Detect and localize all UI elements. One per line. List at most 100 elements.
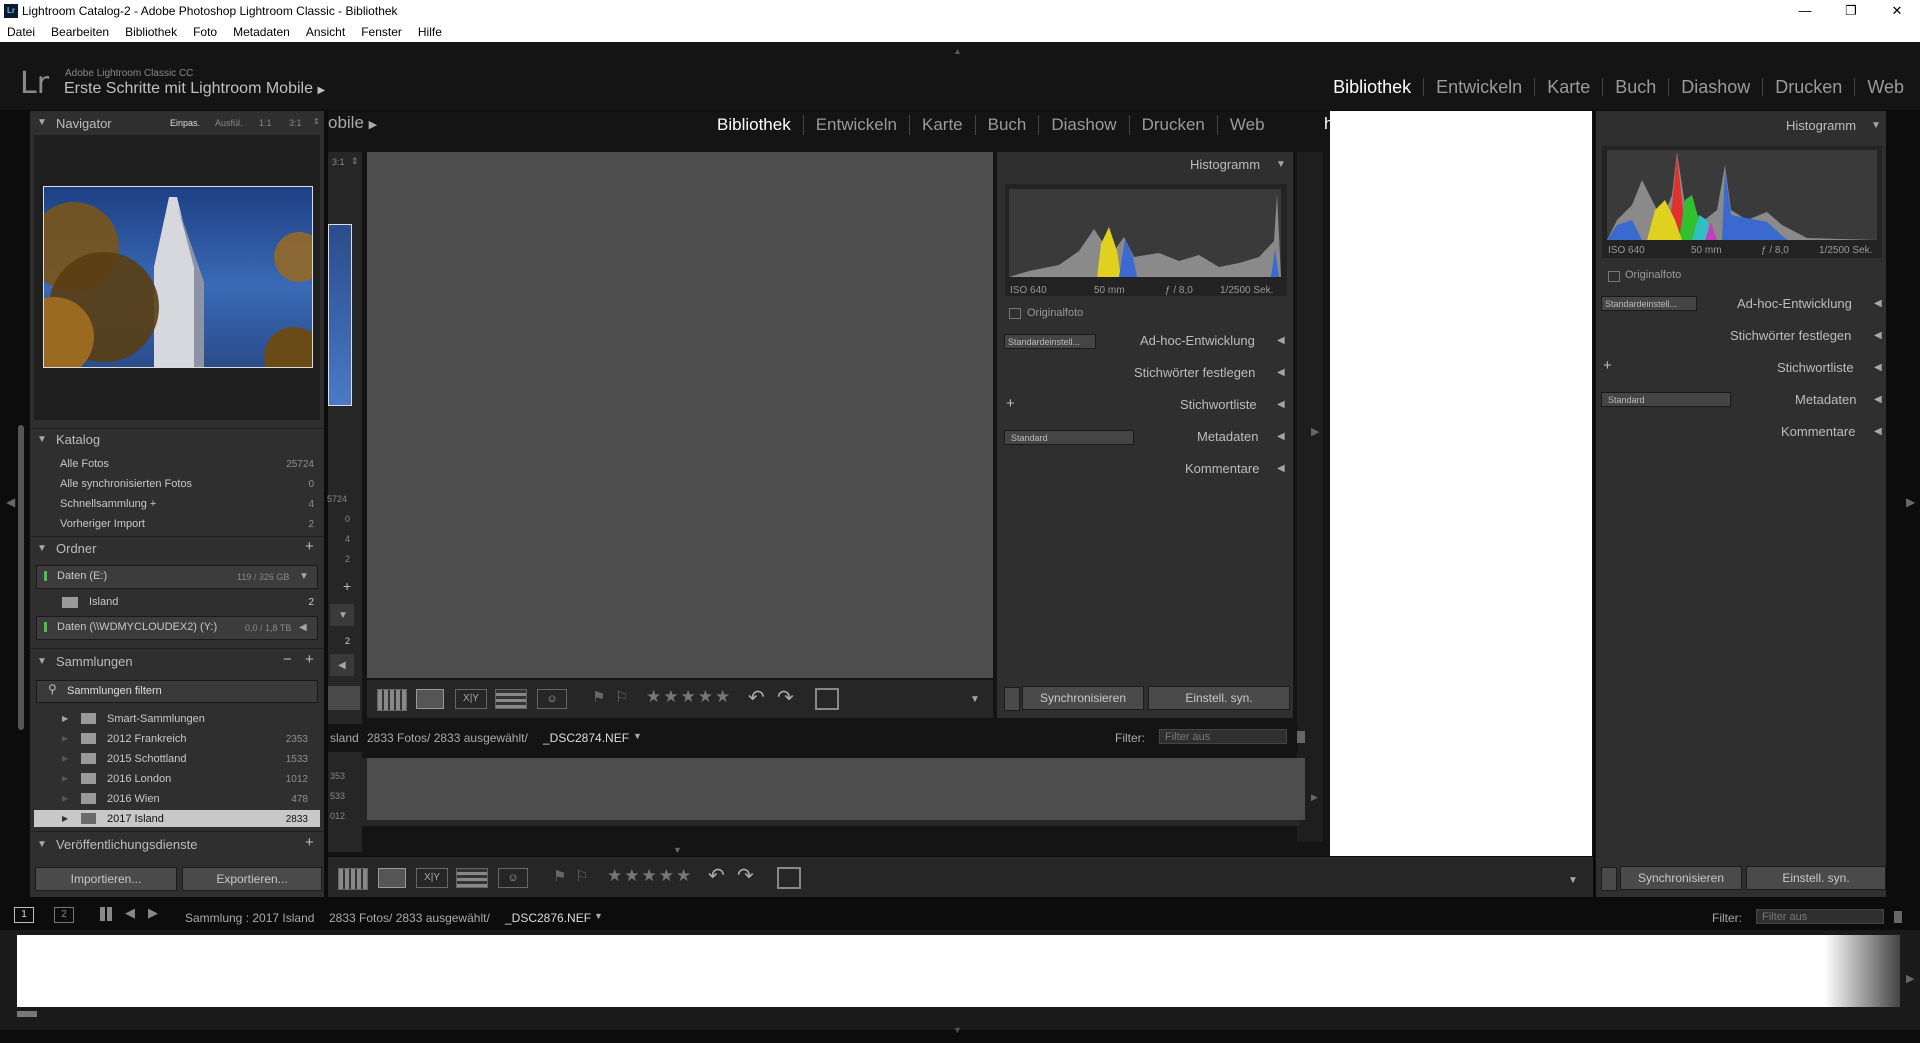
filmstrip-filename[interactable]: _DSC2876.NEF (505, 911, 591, 925)
develop-preset-select[interactable]: Standardeinstell... (1601, 296, 1697, 311)
collections-title[interactable]: Sammlungen (56, 654, 133, 669)
survey-view-icon[interactable] (456, 868, 488, 888)
keyword-list-expand-icon[interactable]: ◀ (1874, 362, 1882, 373)
comments-expand-icon[interactable]: ◀ (1874, 426, 1882, 437)
module-web[interactable]: Web (1854, 78, 1916, 96)
identity-subtitle[interactable]: Erste Schritte mit Lightroom Mobile ▶ (64, 80, 325, 98)
quick-develop-expand-icon[interactable]: ◀ (1874, 298, 1882, 309)
minimize-button[interactable]: — (1782, 0, 1828, 22)
filmstrip-thumbnails[interactable] (17, 935, 1900, 1007)
import-button[interactable]: Importieren... (35, 867, 177, 891)
module-karte[interactable]: Karte (1534, 78, 1602, 96)
histogram-collapse-icon[interactable]: ▼ (1871, 120, 1881, 131)
inner-module-karte[interactable]: Karte (908, 115, 975, 135)
collection-2016-wien[interactable]: 2016 Wien (107, 793, 160, 805)
menu-hilfe[interactable]: Hilfe (410, 25, 450, 39)
grid-icon[interactable] (100, 907, 114, 921)
publish-collapse-icon[interactable]: ▼ (37, 839, 47, 850)
add-folder-icon[interactable]: + (305, 538, 314, 555)
left-panel-toggle-icon[interactable]: ◀ (6, 495, 15, 509)
keywording-expand-icon[interactable]: ◀ (1874, 330, 1882, 341)
expand-icon[interactable]: ▶ (62, 814, 68, 823)
comments-title[interactable]: Kommentare (1781, 424, 1855, 439)
rotate-left-icon[interactable]: ↶ (708, 863, 725, 888)
zoom-fill[interactable]: Ausfül. (215, 118, 243, 128)
catalog-item-all-photos[interactable]: Alle Fotos (60, 458, 109, 470)
publish-services-title[interactable]: Veröffentlichungsdienste (56, 837, 197, 852)
sync-toggle-switch[interactable] (1601, 867, 1617, 891)
inner-module-diashow[interactable]: Diashow (1038, 115, 1128, 135)
add-collection-icon[interactable]: + (305, 651, 314, 668)
module-drucken[interactable]: Drucken (1762, 78, 1854, 96)
filmstrip-right-toggle-icon[interactable]: ▶ (1906, 972, 1914, 985)
module-buch[interactable]: Buch (1602, 78, 1668, 96)
metadata-expand-icon[interactable]: ◀ (1874, 394, 1882, 405)
catalog-item-previous-import[interactable]: Vorheriger Import (60, 518, 145, 530)
inner-module-bibliothek[interactable]: Bibliothek (705, 115, 803, 135)
catalog-item-synced[interactable]: Alle synchronisierten Fotos (60, 478, 192, 490)
module-diashow[interactable]: Diashow (1668, 78, 1762, 96)
collection-smart[interactable]: Smart-Sammlungen (107, 713, 205, 725)
filter-select[interactable]: Filter aus (1756, 909, 1884, 924)
quick-develop-title[interactable]: Ad-hoc-Entwicklung (1737, 296, 1852, 311)
filename-dropdown-icon[interactable]: ▼ (594, 911, 603, 921)
catalog-item-quick-collection[interactable]: Schnellsammlung + (60, 498, 156, 510)
navigator-title[interactable]: Navigator (56, 116, 112, 131)
collection-2017-island[interactable]: 2017 Island (107, 813, 164, 825)
star-rating[interactable]: ★★★★★ (607, 866, 693, 886)
flag-pick-icon[interactable]: ⚑ (553, 867, 566, 885)
flag-reject-icon[interactable]: ⚐ (575, 867, 588, 885)
collection-2015-schottland[interactable]: 2015 Schottland (107, 753, 187, 765)
keywording-title[interactable]: Stichwörter festlegen (1730, 328, 1851, 343)
menu-metadaten[interactable]: Metadaten (225, 25, 298, 39)
zoom-fit[interactable]: Einpas. (170, 118, 200, 128)
zoom-3-1[interactable]: 3:1 (289, 118, 302, 128)
collection-2016-london[interactable]: 2016 London (107, 773, 171, 785)
folders-collapse-icon[interactable]: ▼ (37, 543, 47, 554)
sync-button[interactable]: Synchronisieren (1620, 866, 1742, 890)
close-button[interactable]: ✕ (1874, 0, 1920, 22)
module-entwickeln[interactable]: Entwickeln (1423, 78, 1534, 96)
filmstrip-source[interactable]: Sammlung : 2017 Island (185, 911, 314, 925)
compare-view-icon[interactable]: X|Y (416, 868, 448, 888)
remove-collection-icon[interactable]: − (283, 651, 292, 668)
volume-collapse-icon[interactable]: ▼ (299, 571, 309, 582)
filter-lock-icon[interactable] (1894, 911, 1902, 923)
crop-icon[interactable] (777, 867, 801, 889)
metadata-title[interactable]: Metadaten (1795, 392, 1856, 407)
module-bibliothek[interactable]: Bibliothek (1321, 78, 1423, 96)
export-button[interactable]: Exportieren... (182, 867, 322, 891)
folder-island[interactable]: Island (89, 596, 118, 608)
collection-2012-frankreich[interactable]: 2012 Frankreich (107, 733, 187, 745)
inner-zoom-stepper-icon[interactable]: ⇕ (351, 156, 359, 167)
zoom-1-1[interactable]: 1:1 (259, 118, 272, 128)
rotate-right-icon[interactable]: ↷ (737, 863, 754, 888)
forward-arrow-icon[interactable]: ▶ (148, 905, 158, 921)
maximize-button[interactable]: ❐ (1828, 0, 1874, 22)
add-keyword-icon[interactable]: + (1603, 357, 1612, 374)
menu-datei[interactable]: Datei (0, 25, 43, 39)
filmstrip-toggle-icon[interactable]: ▼ (953, 1025, 962, 1035)
keyword-list-title[interactable]: Stichwortliste (1777, 360, 1854, 375)
menu-bearbeiten[interactable]: Bearbeiten (43, 25, 117, 39)
volume-expand-icon[interactable]: ◀ (299, 622, 307, 633)
grid-view-icon[interactable] (338, 868, 368, 890)
primary-display-button[interactable]: 1 (14, 907, 34, 923)
right-panel-toggle-icon[interactable]: ▶ (1906, 495, 1915, 509)
metadata-preset-select[interactable]: Standard (1601, 392, 1731, 407)
catalog-title[interactable]: Katalog (56, 432, 100, 447)
catalog-collapse-icon[interactable]: ▼ (37, 434, 47, 445)
original-photo-checkbox[interactable] (1608, 271, 1620, 282)
collections-collapse-icon[interactable]: ▼ (37, 656, 47, 667)
loupe-view-icon[interactable] (378, 868, 406, 888)
people-view-icon[interactable]: ☺ (498, 868, 528, 888)
sync-settings-button[interactable]: Einstell. syn. (1746, 866, 1886, 890)
toolbar-menu-icon[interactable]: ▼ (1568, 875, 1578, 886)
inner-module-buch[interactable]: Buch (974, 115, 1039, 135)
zoom-stepper-icon[interactable]: ⇕ (313, 117, 320, 126)
inner-module-drucken[interactable]: Drucken (1128, 115, 1217, 135)
navigator-collapse-icon[interactable]: ▼ (37, 117, 47, 128)
menu-fenster[interactable]: Fenster (353, 25, 410, 39)
folders-title[interactable]: Ordner (56, 541, 96, 556)
filmstrip-scroll-thumb[interactable] (17, 1011, 37, 1017)
